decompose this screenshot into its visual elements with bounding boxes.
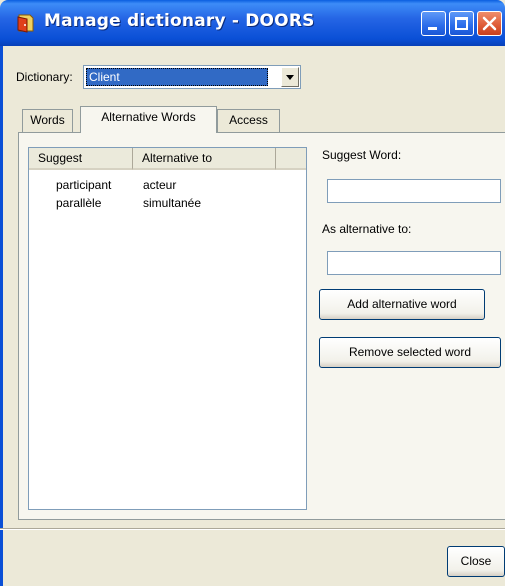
dictionary-select[interactable]: Client [83,65,301,89]
list-item-suggest: participant [56,178,112,192]
list-item-alternative: simultanée [143,196,202,210]
window-title: Manage dictionary - DOORS [44,11,315,31]
minimize-icon [428,27,437,30]
manage-dictionary-window: Manage dictionary - DOORS Dictionary: Cl… [0,0,505,586]
list-item[interactable]: parallèle simultanée [29,194,306,212]
maximize-icon [455,17,468,30]
title-bar[interactable]: Manage dictionary - DOORS [0,0,505,46]
alternative-words-list[interactable]: Suggest Alternative to participant acteu… [28,147,307,510]
minimize-button[interactable] [421,11,446,36]
list-item[interactable]: participant acteur [29,176,306,194]
doors-app-icon [17,14,34,33]
close-icon [482,16,497,31]
close-window-button[interactable] [477,11,502,36]
list-item-suggest: parallèle [56,196,102,210]
footer-divider [0,528,505,530]
list-item-alternative: acteur [143,178,177,192]
tab-alternative-words[interactable]: Alternative Words [80,106,217,133]
add-alternative-word-button[interactable]: Add alternative word [319,289,485,320]
alternative-to-label: As alternative to: [322,222,412,236]
suggest-word-input[interactable] [327,179,501,203]
chevron-down-icon[interactable] [281,67,299,87]
column-header-alternative-to[interactable]: Alternative to [133,148,276,170]
maximize-button[interactable] [449,11,474,36]
suggest-word-label: Suggest Word: [322,148,402,162]
list-header: Suggest Alternative to [29,148,306,170]
window-frame-left [0,46,3,586]
column-header-suggest[interactable]: Suggest [29,148,133,170]
alternative-to-input[interactable] [327,251,501,275]
remove-selected-word-button[interactable]: Remove selected word [319,337,501,368]
dictionary-label: Dictionary: [16,70,73,84]
tab-access[interactable]: Access [217,109,280,132]
dictionary-selected-value: Client [86,68,268,86]
tab-words[interactable]: Words [22,109,73,132]
close-button[interactable]: Close [447,546,505,577]
column-header-empty[interactable] [276,148,306,170]
